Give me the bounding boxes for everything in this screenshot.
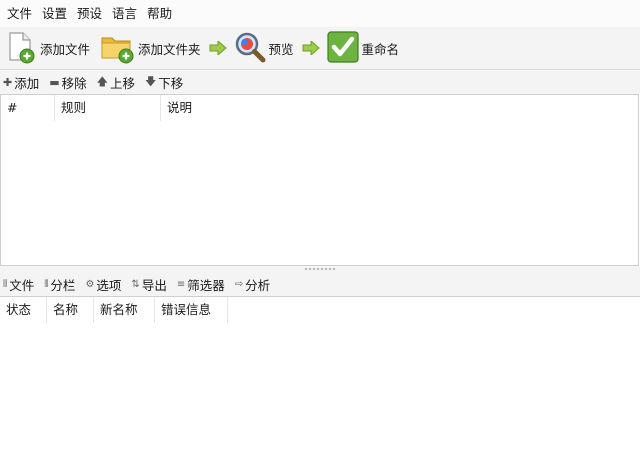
column-header-rule[interactable]: 规则 bbox=[55, 95, 161, 121]
column-header-new-name[interactable]: 新名称 bbox=[94, 297, 155, 323]
preview-label: 预览 bbox=[268, 41, 294, 57]
minus-icon: ▬ bbox=[49, 75, 60, 89]
arrow-up-icon: 🡅 bbox=[96, 74, 108, 88]
arrow-right-icon bbox=[302, 41, 320, 55]
move-up-label: 上移 bbox=[109, 75, 135, 91]
main-toolbar: 添加文件 添加文件夹 预览 重命名 bbox=[0, 27, 640, 69]
rules-toolbar: ✚ 添加 ▬ 移除 🡅 上移 🡇 下移 bbox=[0, 70, 640, 94]
filter-icon: ≡ bbox=[176, 278, 186, 290]
tab-files-label: 文件 bbox=[9, 277, 35, 293]
move-down-label: 下移 bbox=[158, 75, 184, 91]
rename-label: 重命名 bbox=[361, 41, 400, 57]
options-icon: ⚙ bbox=[85, 278, 95, 290]
menu-file[interactable]: 文件 bbox=[5, 0, 40, 27]
tab-options[interactable]: ⚙ 选项 bbox=[85, 275, 121, 294]
magnifier-icon bbox=[233, 30, 267, 67]
column-header-description[interactable]: 说明 bbox=[161, 95, 281, 121]
arrow-down-icon: 🡇 bbox=[144, 74, 157, 88]
add-file-icon bbox=[4, 30, 38, 67]
rules-table[interactable]: # 规则 说明 bbox=[0, 94, 639, 266]
preview-button[interactable]: 预览 bbox=[233, 29, 298, 67]
tab-files[interactable]: ⫴ 文件 bbox=[3, 275, 34, 294]
arrow-right-icon bbox=[209, 41, 227, 55]
tab-export[interactable]: ⇅ 导出 bbox=[131, 275, 166, 294]
add-folder-button[interactable]: 添加文件夹 bbox=[100, 29, 205, 67]
tab-filter[interactable]: ≡ 筛选器 bbox=[177, 275, 225, 294]
rename-button[interactable]: 重命名 bbox=[326, 29, 404, 67]
menu-presets[interactable]: 预设 bbox=[75, 0, 110, 27]
checkmark-icon bbox=[326, 30, 360, 67]
plus-icon: ✚ bbox=[3, 75, 13, 89]
tab-analyze[interactable]: ⇨ 分析 bbox=[235, 275, 270, 294]
files-table[interactable]: 状态 名称 新名称 错误信息 bbox=[0, 296, 640, 475]
column-header-name[interactable]: 名称 bbox=[47, 297, 94, 323]
remove-rule-button[interactable]: ▬ 移除 bbox=[49, 73, 86, 92]
tab-options-label: 选项 bbox=[96, 277, 122, 293]
add-rule-label: 添加 bbox=[14, 75, 40, 91]
tab-filter-label: 筛选器 bbox=[187, 277, 225, 293]
add-folder-icon bbox=[100, 30, 136, 67]
tab-columns-label: 分栏 bbox=[50, 277, 76, 293]
add-file-label: 添加文件 bbox=[40, 41, 91, 57]
analyze-icon: ⇨ bbox=[234, 278, 244, 290]
move-down-button[interactable]: 🡇 下移 bbox=[145, 73, 183, 92]
add-folder-label: 添加文件夹 bbox=[138, 41, 201, 57]
remove-rule-label: 移除 bbox=[61, 75, 87, 91]
menu-language[interactable]: 语言 bbox=[110, 0, 145, 27]
column-header-status[interactable]: 状态 bbox=[0, 297, 47, 323]
add-rule-button[interactable]: ✚ 添加 bbox=[3, 73, 39, 92]
column-header-number[interactable]: # bbox=[1, 95, 55, 121]
list-icon: ⫴ bbox=[3, 278, 8, 290]
move-up-button[interactable]: 🡅 上移 bbox=[97, 73, 135, 92]
export-icon: ⇅ bbox=[131, 278, 140, 290]
menu-bar: 文件 设置 预设 语言 帮助 bbox=[0, 0, 640, 27]
tab-columns[interactable]: ⫴ 分栏 bbox=[44, 275, 75, 294]
column-header-error[interactable]: 错误信息 bbox=[155, 297, 228, 323]
menu-settings[interactable]: 设置 bbox=[40, 0, 75, 27]
tab-export-label: 导出 bbox=[141, 277, 167, 293]
rules-table-header: # 规则 说明 bbox=[1, 95, 638, 121]
splitter-grip bbox=[305, 268, 335, 270]
tab-analyze-label: 分析 bbox=[245, 277, 271, 293]
columns-icon: ⫴ bbox=[44, 278, 49, 290]
menu-help[interactable]: 帮助 bbox=[145, 0, 180, 27]
add-file-button[interactable]: 添加文件 bbox=[4, 29, 94, 67]
files-table-header: 状态 名称 新名称 错误信息 bbox=[0, 297, 640, 323]
files-tab-bar: ⫴ 文件 ⫴ 分栏 ⚙ 选项 ⇅ 导出 ≡ 筛选器 ⇨ 分析 bbox=[0, 272, 640, 296]
